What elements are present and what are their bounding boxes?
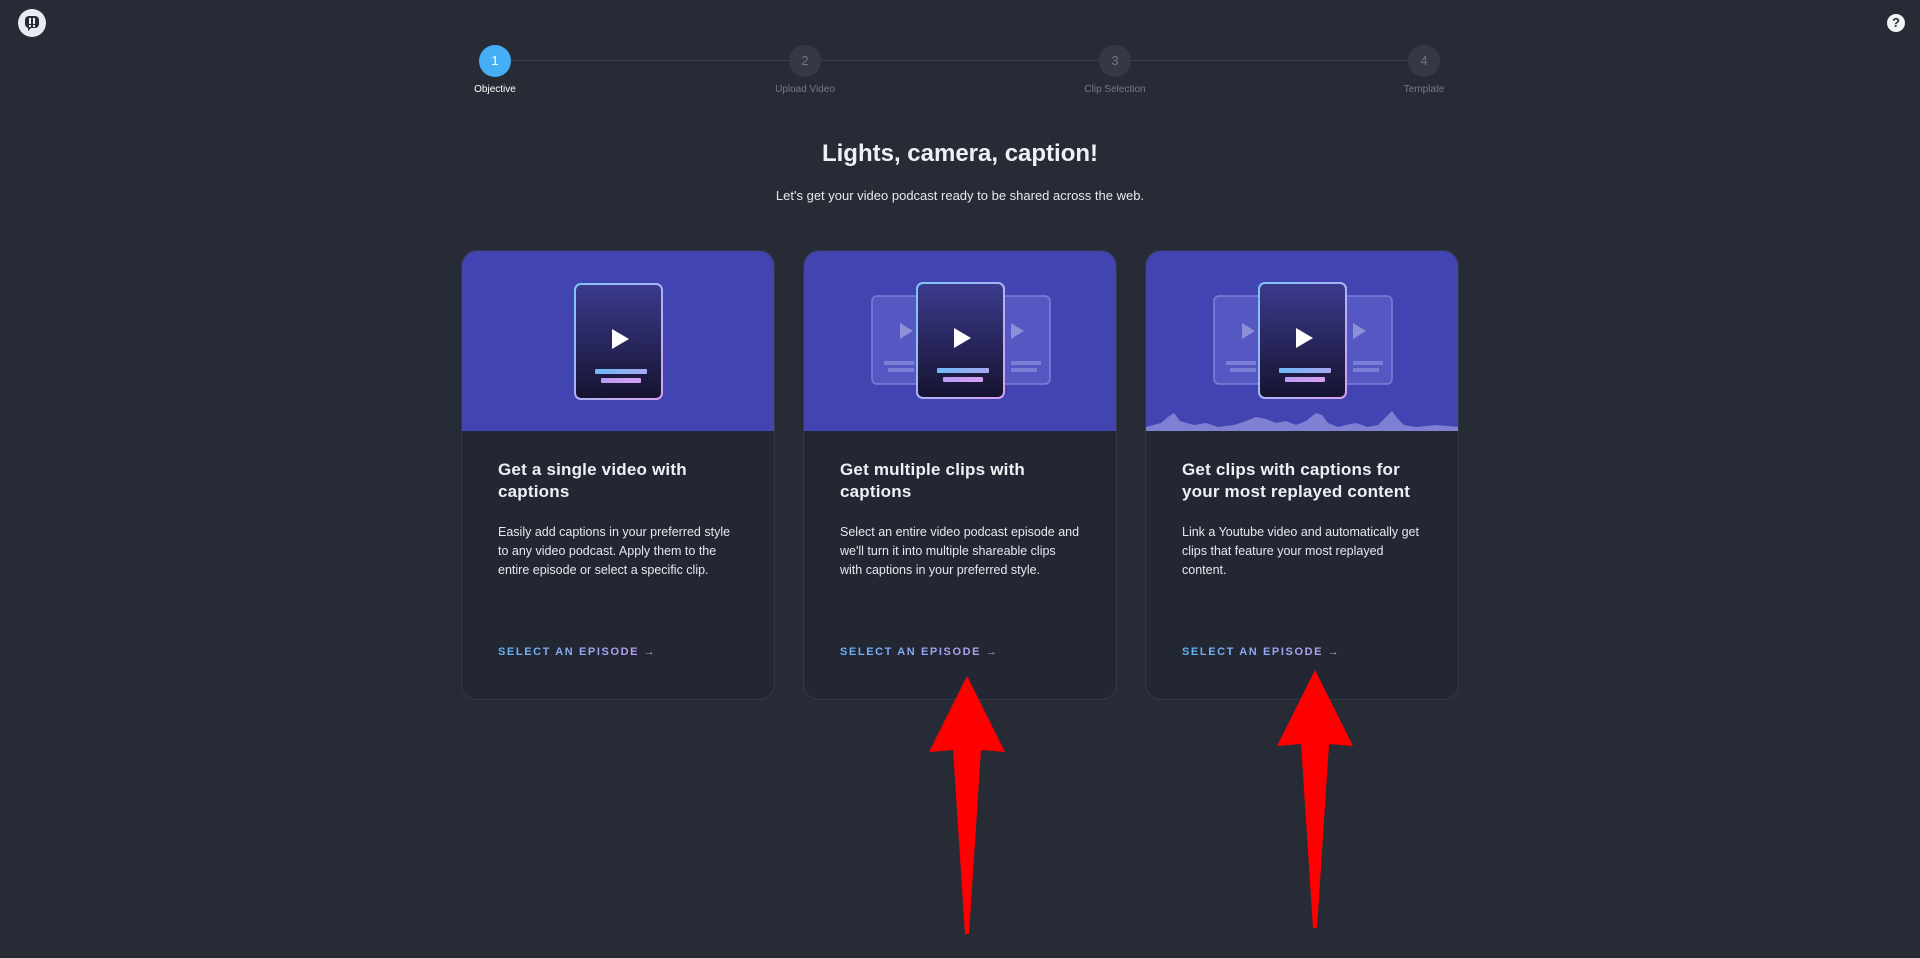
progress-stepper: 1 Objective 2 Upload Video 3 Clip Select… <box>462 45 1462 105</box>
app-logo[interactable] <box>18 9 46 37</box>
app-logo-icon <box>25 16 39 31</box>
step-number: 3 <box>1099 45 1131 77</box>
step-number: 2 <box>789 45 821 77</box>
card-title: Get clips with captions for your most re… <box>1182 460 1411 501</box>
replay-waveform <box>1146 411 1458 431</box>
card-single-video[interactable]: Get a single video with captions Easily … <box>461 250 775 700</box>
step-label: Upload Video <box>775 84 835 95</box>
select-episode-link[interactable]: SELECT AN EPISODE → <box>1182 646 1340 658</box>
card-hero <box>462 251 774 431</box>
step-number: 1 <box>479 45 511 77</box>
step-clip-selection[interactable]: 3 Clip Selection <box>1060 45 1170 95</box>
select-episode-link[interactable]: SELECT AN EPISODE → <box>840 646 998 658</box>
step-label: Objective <box>474 84 516 95</box>
card-description: Select an entire video podcast episode a… <box>840 525 1080 577</box>
annotation-arrow-icon <box>1277 670 1353 928</box>
card-description: Easily add captions in your preferred st… <box>498 525 731 577</box>
page-title: Lights, camera, caption! <box>821 140 1099 167</box>
help-icon: ? <box>1892 15 1900 30</box>
stepper-line <box>495 60 1429 61</box>
multiple-clips-illustration <box>871 282 1051 399</box>
card-replayed-content[interactable]: Get clips with captions for your most re… <box>1145 250 1459 700</box>
select-episode-link[interactable]: SELECT AN EPISODE → <box>498 646 656 658</box>
step-objective[interactable]: 1 Objective <box>440 45 550 95</box>
help-button[interactable]: ? <box>1887 14 1905 32</box>
step-upload-video[interactable]: 2 Upload Video <box>750 45 860 95</box>
card-hero <box>804 251 1116 431</box>
step-label: Template <box>1403 84 1445 95</box>
step-number: 4 <box>1408 45 1440 77</box>
replayed-clips-illustration <box>1146 282 1458 431</box>
annotation-arrow-icon <box>929 676 1005 934</box>
step-template[interactable]: 4 Template <box>1369 45 1479 95</box>
card-multiple-clips[interactable]: Get multiple clips with captions Select … <box>803 250 1117 700</box>
card-description: Link a Youtube video and automatically g… <box>1182 525 1419 577</box>
step-label: Clip Selection <box>1084 84 1146 95</box>
single-video-illustration <box>574 283 663 400</box>
card-title: Get multiple clips with captions <box>840 460 1026 501</box>
card-hero <box>1146 251 1458 431</box>
page-subtitle: Let's get your video podcast ready to be… <box>775 188 1145 203</box>
card-title: Get a single video with captions <box>498 460 687 501</box>
